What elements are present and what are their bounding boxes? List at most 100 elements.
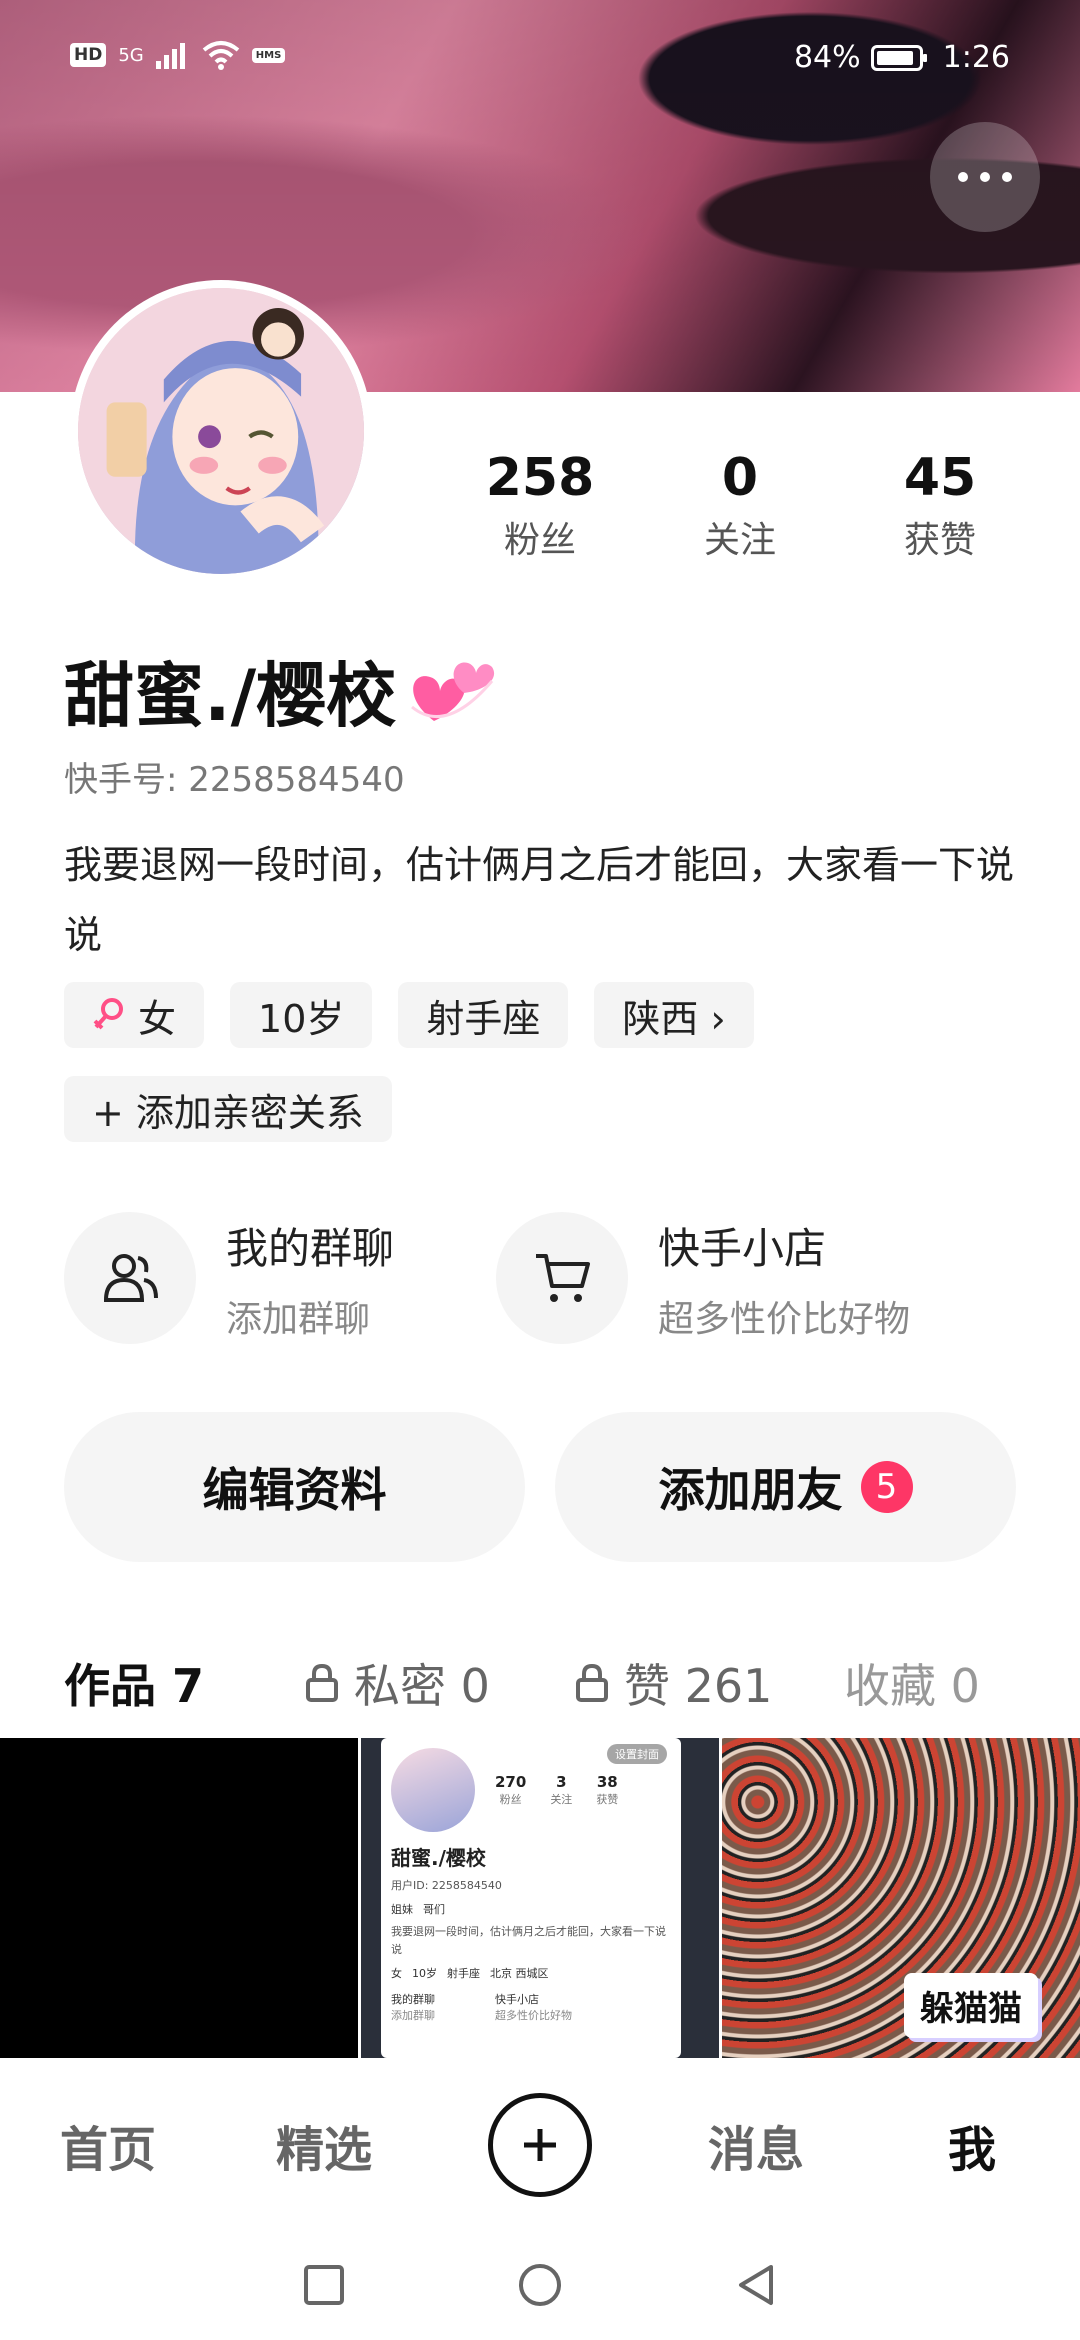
profile-page: HD 5G HMS 84% 1:26 258 粉丝 0 关注 45 获赞 甜蜜.… <box>0 0 1080 2340</box>
avatar[interactable] <box>70 280 372 582</box>
feature-title: 我的群聊 <box>226 1223 395 1273</box>
mini-cover-chip: 设置封面 <box>607 1744 667 1764</box>
ellipsis-dot <box>1002 172 1012 182</box>
profile-stats: 258 粉丝 0 关注 45 获赞 <box>440 448 1040 563</box>
feature-subtitle: 添加群聊 <box>226 1298 371 1340</box>
signal-icon <box>155 43 185 69</box>
tag-label: 女 <box>138 996 177 1041</box>
works-grid: 设置封面 270 粉丝 3 关注 38 获赞 甜蜜./樱校 用户ID: 2258584… <box>0 1738 1080 2058</box>
hms-icon: HMS <box>251 47 286 63</box>
profile-screenshot-thumbnail: 设置封面 270 粉丝 3 关注 38 获赞 甜蜜./樱校 用户ID: 2258584… <box>381 1738 681 2058</box>
battery-icon <box>870 44 927 71</box>
stat-likes[interactable]: 45 获赞 <box>840 448 1040 563</box>
profile-name: 甜蜜./樱校 <box>64 640 496 741</box>
profile-name-text: 甜蜜./樱校 <box>64 655 397 737</box>
nav-messages[interactable]: 消息 <box>648 2110 864 2180</box>
mini-feature: 快手小店 <box>495 1993 539 2006</box>
plus-icon <box>488 2093 592 2197</box>
mini-feature-sub: 添加群聊 <box>391 2009 435 2022</box>
mini-tags: 女 10岁 射手座 北京 西城区 <box>391 1965 671 1981</box>
mini-tag: 10岁 <box>412 1967 437 1980</box>
mini-avatar <box>391 1748 475 1832</box>
stat-value: 0 <box>721 448 759 508</box>
lock-icon <box>576 1663 608 1702</box>
more-options-button[interactable] <box>930 122 1040 232</box>
tag-location[interactable]: 陕西 › <box>594 982 754 1048</box>
tag-zodiac[interactable]: 射手座 <box>398 982 569 1048</box>
game-label: 躲猫猫 <box>904 1973 1038 2038</box>
cart-icon <box>496 1212 628 1344</box>
clock: 1:26 <box>942 40 1010 75</box>
nav-create[interactable] <box>432 2093 648 2197</box>
notification-badge: 5 <box>860 1461 913 1513</box>
mini-stat-value: 38 <box>596 1773 618 1791</box>
profile-bio: 我要退网一段时间，估计俩月之后才能回，大家看一下说说 <box>64 843 1015 957</box>
tab-favorites[interactable]: 收藏 0 <box>844 1650 980 1716</box>
work-thumbnail[interactable]: 设置封面 270 粉丝 3 关注 38 获赞 甜蜜./樱校 用户ID: 2258584… <box>361 1738 719 2058</box>
kuaishou-id[interactable]: 快手号: 2258584540 <box>64 752 405 801</box>
tag-label: 射手座 <box>426 996 541 1041</box>
edit-profile-label: 编辑资料 <box>202 1463 387 1517</box>
tab-works[interactable]: 作品 7 <box>64 1650 294 1750</box>
feature-kuaishou-shop[interactable]: 快手小店 超多性价比好物 <box>496 1212 928 1344</box>
tab-label: 收藏 0 <box>844 1659 980 1713</box>
add-friend-button[interactable]: 添加朋友 5 <box>555 1412 1016 1562</box>
group-icon <box>64 1212 196 1344</box>
two-hearts-icon <box>411 661 495 721</box>
content-tabs: 作品 7 私密 0 赞 261 收藏 0 <box>64 1638 1024 1750</box>
back-icon[interactable] <box>733 2262 779 2308</box>
stat-value: 45 <box>903 448 977 508</box>
hd-icon: HD <box>70 43 107 67</box>
add-friend-label: 添加朋友 <box>658 1463 843 1517</box>
status-bar: HD 5G HMS 84% 1:26 <box>0 40 1080 80</box>
tag-age[interactable]: 10岁 <box>230 982 373 1048</box>
stat-following[interactable]: 0 关注 <box>640 448 840 563</box>
work-thumbnail[interactable]: 躲猫猫 <box>722 1738 1080 2058</box>
mini-stat-value: 3 <box>556 1773 567 1791</box>
tab-private[interactable]: 私密 0 <box>304 1650 574 1716</box>
mini-features: 我的群聊 添加群聊 快手小店 超多性价比好物 <box>391 1991 671 2023</box>
ellipsis-dot <box>980 172 990 182</box>
bottom-nav: 首页 精选 消息 我 <box>0 2060 1080 2230</box>
mini-friend: 哥们 <box>423 1903 445 1916</box>
system-nav-bar <box>0 2230 1080 2340</box>
tab-label: 作品 7 <box>64 1659 205 1713</box>
home-icon[interactable] <box>517 2262 563 2308</box>
mini-tag: 射手座 <box>447 1967 480 1980</box>
tag-label: 陕西 › <box>622 996 726 1041</box>
stat-value: 258 <box>485 448 595 508</box>
avatar-image <box>78 288 364 574</box>
nav-home[interactable]: 首页 <box>0 2110 216 2180</box>
ellipsis-icon <box>958 172 968 182</box>
mini-bio: 我要退网一段时间，估计俩月之后才能回，大家看一下说说 <box>391 1925 666 1956</box>
nav-me[interactable]: 我 <box>864 2110 1080 2180</box>
tag-gender[interactable]: 女 <box>64 982 205 1048</box>
stat-followers[interactable]: 258 粉丝 <box>440 448 640 563</box>
add-relation-row: + 添加亲密关系 <box>64 1076 392 1142</box>
add-relation-label: + 添加亲密关系 <box>92 1090 364 1135</box>
edit-profile-button[interactable]: 编辑资料 <box>64 1412 525 1562</box>
nav-featured[interactable]: 精选 <box>216 2110 432 2180</box>
mini-friend: 姐妹 <box>391 1903 413 1916</box>
mini-uid: 用户ID: 2258584540 <box>391 1879 502 1892</box>
add-relation-button[interactable]: + 添加亲密关系 <box>64 1076 392 1142</box>
tab-liked[interactable]: 赞 261 <box>574 1650 844 1716</box>
lock-icon <box>306 1663 338 1702</box>
female-icon <box>93 998 123 1030</box>
profile-tags: 女 10岁 射手座 陕西 › <box>64 982 754 1048</box>
work-thumbnail[interactable] <box>0 1738 358 2058</box>
action-buttons: 编辑资料 添加朋友 5 <box>64 1412 1016 1562</box>
mini-friends: 姐妹 哥们 <box>391 1901 671 1917</box>
tab-label: 赞 261 <box>624 1659 773 1713</box>
feature-group-chat[interactable]: 我的群聊 添加群聊 <box>64 1212 496 1344</box>
battery-percent: 84% <box>793 40 861 75</box>
stat-label: 粉丝 <box>503 520 576 562</box>
signal-label: 5G <box>118 44 144 66</box>
avatar-illustration <box>78 288 364 574</box>
stat-label: 获赞 <box>903 520 976 562</box>
feature-row: 我的群聊 添加群聊 快手小店 超多性价比好物 <box>64 1212 1024 1344</box>
recents-icon[interactable] <box>301 2262 347 2308</box>
mini-name: 甜蜜./樱校 <box>391 1846 486 1870</box>
mini-stat-label: 粉丝 <box>499 1793 522 1806</box>
mini-feature-sub: 超多性价比好物 <box>495 2009 572 2022</box>
